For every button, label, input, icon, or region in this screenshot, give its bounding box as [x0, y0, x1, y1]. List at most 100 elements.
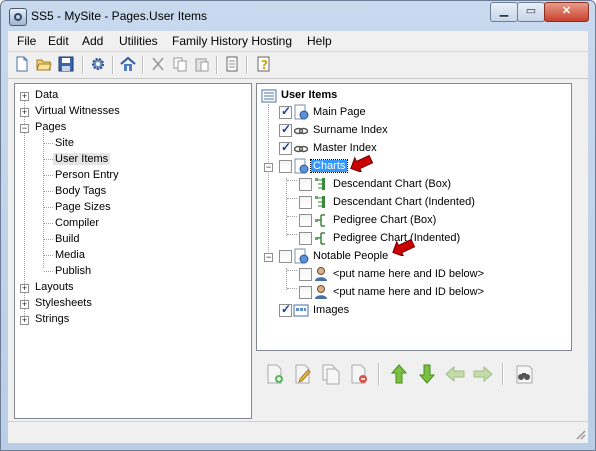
tree-item-compiler[interactable]: Compiler	[55, 217, 99, 229]
move-left-icon[interactable]	[444, 363, 466, 385]
navigation-tree[interactable]: + Data + Virtual Witnesses − Pages Site …	[14, 83, 252, 419]
expand-icon[interactable]: +	[20, 92, 29, 101]
menu-edit[interactable]: Edit	[48, 34, 69, 48]
settings-gear-icon[interactable]	[90, 56, 106, 72]
close-button[interactable]: ✕	[544, 2, 589, 22]
toolbar-separator	[502, 363, 504, 385]
item-images[interactable]: Images	[313, 304, 349, 316]
window-title: SS5 - MySite - Pages.User Items	[31, 9, 208, 23]
item-descendant-chart-box[interactable]: Descendant Chart (Box)	[333, 178, 451, 190]
tree-item-pages[interactable]: Pages	[35, 121, 66, 133]
menu-add[interactable]: Add	[82, 34, 103, 48]
tree-item-virtual-witnesses[interactable]: Virtual Witnesses	[35, 105, 120, 117]
tree-item-build[interactable]: Build	[55, 233, 79, 245]
expand-icon[interactable]: +	[20, 300, 29, 309]
tree-line	[287, 180, 297, 181]
tree-line	[44, 271, 53, 272]
tree-item-stylesheets[interactable]: Stylesheets	[35, 297, 92, 309]
find-binoculars-icon[interactable]	[512, 363, 534, 385]
tree-item-person-entry[interactable]: Person Entry	[55, 169, 119, 181]
menu-utilities[interactable]: Utilities	[119, 34, 158, 48]
tree-item-data[interactable]: Data	[35, 89, 58, 101]
open-folder-icon[interactable]	[36, 56, 52, 72]
toolbar-separator	[112, 56, 114, 74]
tree-item-layouts[interactable]: Layouts	[35, 281, 74, 293]
tree-item-page-sizes[interactable]: Page Sizes	[55, 201, 111, 213]
menu-family-history-hosting[interactable]: Family History Hosting	[172, 34, 292, 48]
maximize-button[interactable]: ▭	[517, 2, 545, 22]
tree-line	[43, 128, 44, 268]
checkbox-descendant-indented[interactable]	[299, 196, 312, 209]
tree-item-strings[interactable]: Strings	[35, 313, 69, 325]
status-bar	[8, 421, 588, 442]
toolbar: ?	[8, 52, 588, 79]
checkbox-person-1[interactable]	[299, 268, 312, 281]
list-icon	[261, 89, 277, 103]
checkbox-images[interactable]	[279, 302, 292, 317]
collapse-icon[interactable]: −	[264, 163, 273, 172]
item-person-placeholder-2[interactable]: <put name here and ID below>	[333, 286, 484, 298]
checkbox-pedigree-indented[interactable]	[299, 232, 312, 245]
expand-icon[interactable]: +	[20, 316, 29, 325]
item-person-placeholder-1[interactable]: <put name here and ID below>	[333, 268, 484, 280]
app-window: SS5 - MySite - Pages.User Items ▁ ▭ ✕ Fi…	[0, 0, 596, 451]
checkbox-main-page[interactable]	[279, 104, 292, 119]
page-icon[interactable]	[224, 56, 240, 72]
checkbox-surname-index[interactable]	[279, 122, 292, 137]
expand-icon[interactable]: +	[20, 108, 29, 117]
checkbox-master-index[interactable]	[279, 140, 292, 155]
tree-line	[286, 268, 287, 290]
root-label: User Items	[281, 89, 338, 101]
copy-page-icon[interactable]	[320, 363, 342, 385]
move-right-icon[interactable]	[472, 363, 494, 385]
tree-item-media[interactable]: Media	[55, 249, 85, 261]
menu-help[interactable]: Help	[307, 34, 332, 48]
item-pedigree-chart-box[interactable]: Pedigree Chart (Box)	[333, 214, 436, 226]
checkbox-pedigree-box[interactable]	[299, 214, 312, 227]
item-charts[interactable]: Charts	[309, 159, 349, 173]
tree-item-site[interactable]: Site	[55, 137, 74, 149]
move-up-icon[interactable]	[388, 363, 410, 385]
delete-page-icon[interactable]	[348, 363, 370, 385]
chart-tree-icon	[315, 196, 325, 208]
tree-item-body-tags[interactable]: Body Tags	[55, 185, 106, 197]
page-globe-icon	[294, 248, 309, 264]
images-icon	[293, 304, 309, 317]
checkbox-descendant-box[interactable]	[299, 178, 312, 191]
item-notable-people[interactable]: Notable People	[313, 250, 388, 262]
checkbox-person-2[interactable]	[299, 286, 312, 299]
menu-file[interactable]: File	[17, 34, 36, 48]
collapse-icon[interactable]: −	[264, 253, 273, 262]
add-page-icon[interactable]	[264, 363, 286, 385]
collapse-icon[interactable]: −	[20, 124, 29, 133]
item-main-page[interactable]: Main Page	[313, 106, 366, 118]
resize-grip-icon[interactable]	[574, 428, 586, 440]
move-down-icon[interactable]	[416, 363, 438, 385]
paste-icon[interactable]	[194, 56, 210, 72]
link-icon	[293, 145, 309, 153]
checkbox-charts[interactable]	[279, 160, 292, 173]
tree-line	[286, 178, 287, 236]
item-surname-index[interactable]: Surname Index	[313, 124, 388, 136]
user-items-tree[interactable]: User Items Main Page Surname Index Maste…	[256, 83, 572, 351]
save-icon[interactable]	[58, 56, 74, 72]
tree-line	[268, 104, 269, 256]
page-globe-icon	[294, 158, 309, 174]
new-file-icon[interactable]	[14, 56, 30, 72]
copy-icon[interactable]	[172, 56, 188, 72]
tree-item-publish[interactable]: Publish	[55, 265, 91, 277]
minimize-button[interactable]: ▁	[490, 2, 518, 22]
link-icon	[293, 127, 309, 135]
cut-icon[interactable]	[150, 56, 166, 72]
item-descendant-chart-indented[interactable]: Descendant Chart (Indented)	[333, 196, 475, 208]
edit-page-icon[interactable]	[292, 363, 314, 385]
home-icon[interactable]	[120, 56, 136, 72]
expand-icon[interactable]: +	[20, 284, 29, 293]
toolbar-separator	[142, 56, 144, 74]
tree-line	[44, 207, 53, 208]
app-icon[interactable]	[9, 8, 27, 26]
tree-item-user-items[interactable]: User Items	[53, 153, 111, 165]
checkbox-notable-people[interactable]	[279, 250, 292, 263]
help-icon[interactable]: ?	[256, 56, 272, 72]
tree-line	[44, 159, 53, 160]
